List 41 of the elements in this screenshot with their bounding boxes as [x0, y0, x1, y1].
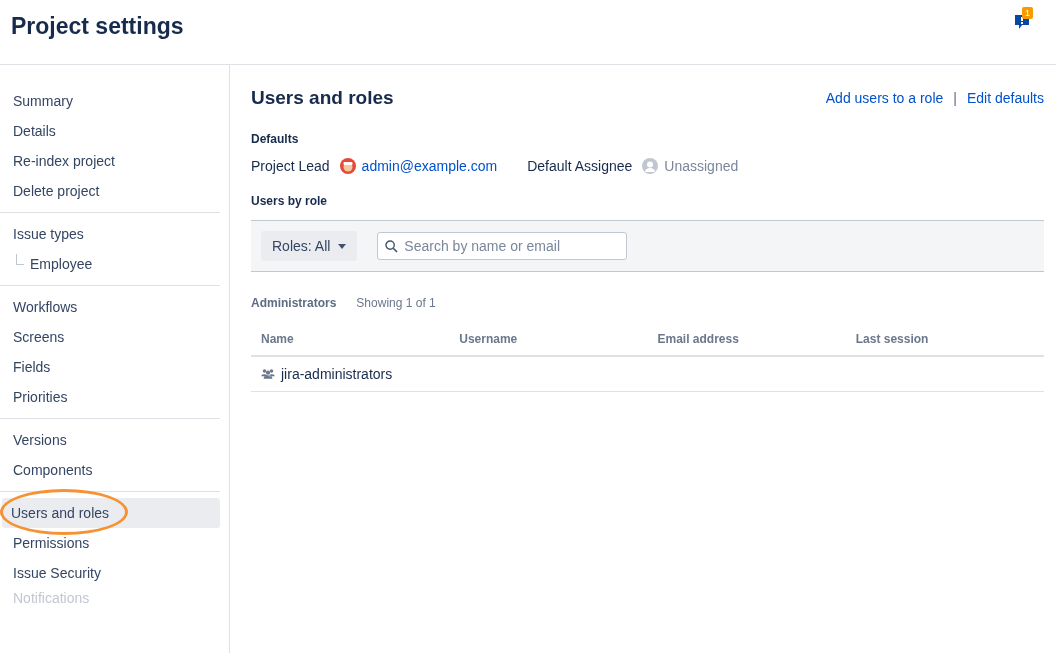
column-header: Last session — [845, 328, 1044, 356]
sidebar-item[interactable]: Delete project — [2, 176, 220, 206]
page-title: Project settings — [11, 12, 184, 40]
section-title: Users and roles — [251, 87, 394, 109]
sidebar-item[interactable]: Permissions — [2, 528, 220, 558]
user-link[interactable]: admin@example.com — [361, 158, 498, 174]
defaults-heading: Defaults — [251, 132, 300, 146]
sidebar-item[interactable]: Screens — [2, 322, 220, 352]
table-cell: jira-administrators — [261, 365, 393, 382]
users-heading: Users by role — [251, 194, 329, 208]
field-label: Project Lead — [251, 158, 330, 174]
tree-connector — [16, 253, 24, 265]
sidebar-item[interactable]: Summary — [2, 86, 220, 116]
sidebar-item[interactable]: Users and roles — [2, 498, 220, 528]
assignee-value: Unassigned — [664, 158, 739, 174]
roles-dropdown[interactable]: Roles: All — [261, 231, 358, 261]
sidebar-item[interactable]: Workflows — [2, 292, 220, 322]
action-link[interactable]: Edit defaults — [966, 90, 1044, 106]
caret-icon — [338, 243, 347, 249]
separator: | — [953, 90, 957, 106]
sidebar-item[interactable]: Issue Security — [2, 558, 220, 588]
search-field[interactable]: Search by name or email — [377, 232, 628, 260]
sidebar-item[interactable]: Employee — [26, 249, 93, 279]
sidebar-item[interactable]: Details — [2, 116, 220, 146]
sidebar-item[interactable]: Components — [2, 455, 220, 485]
field-label: Default Assignee — [527, 158, 633, 174]
group-icon — [261, 368, 275, 380]
sidebar-item[interactable]: Fields — [2, 352, 220, 382]
sidebar-item[interactable]: Priorities — [2, 382, 220, 412]
sidebar-item[interactable]: Re-index project — [2, 146, 220, 176]
action-link[interactable]: Add users to a role — [825, 90, 944, 106]
avatar-icon — [339, 158, 356, 174]
sidebar-item[interactable]: Issue types — [2, 219, 220, 249]
column-header: Username — [449, 328, 648, 356]
column-header: Email address — [647, 328, 846, 356]
notification-badge: 1 — [1022, 7, 1033, 19]
column-header: Name — [251, 328, 450, 356]
sidebar-item[interactable]: Versions — [2, 425, 220, 455]
avatar-icon — [642, 158, 659, 174]
result-count: Showing 1 of 1 — [356, 296, 436, 310]
role-name: Administrators — [251, 296, 337, 310]
